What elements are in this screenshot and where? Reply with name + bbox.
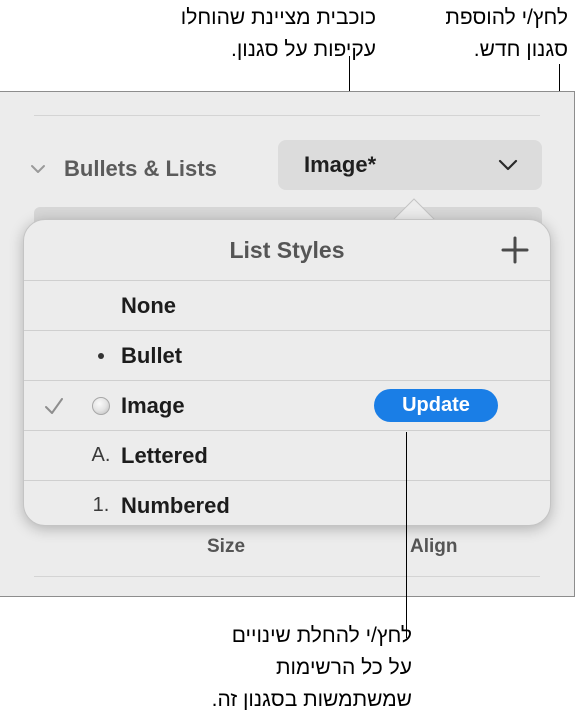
callout-override-star: כוכבית מציינת שהוחלו עקיפות על סגנון. [118,2,376,66]
align-label: Align [410,536,458,557]
callout-update-button: לחץ/י להחלת שינויים על כל הרשימות שמשתמש… [150,620,412,716]
list-item-label: Lettered [121,442,208,468]
callout-add-style: לחץ/י להוספת סגנון חדש. [400,2,568,66]
list-style-value: Image* [304,152,377,177]
callout-line: עקיפות על סגנון. [230,38,376,61]
size-label: Size [207,536,246,557]
popover-title: List Styles [229,236,345,263]
list-item-lettered[interactable]: A. Lettered [24,430,550,480]
list-item-none[interactable]: None [24,280,550,330]
list-item-label: Image [121,392,185,418]
callout-line: כוכבית מציינת שהוחלו [180,6,376,29]
callout-line: סגנון חדש. [473,38,568,61]
list-styles-popover: List Styles None Bullet Image Update A. … [23,219,551,526]
add-style-icon[interactable] [498,233,532,267]
list-item-numbered[interactable]: 1. Numbered [24,480,550,530]
callout-line: לחץ/י להחלת שינויים [231,624,412,647]
leader-line [406,432,407,638]
list-item-bullet[interactable]: Bullet [24,330,550,380]
callout-line: שמשתמשות בסגנון זה. [211,688,412,711]
checkmark-icon [45,397,63,414]
chevron-down-icon[interactable] [30,161,46,177]
chevron-down-icon [498,159,518,171]
section-title: Bullets & Lists [64,156,217,181]
divider [34,115,540,116]
list-item-image[interactable]: Image Update [24,380,550,430]
list-styles: None Bullet Image Update A. Lettered 1. … [24,280,550,530]
number-marker: 1. [92,494,110,516]
popover-arrow [392,198,436,221]
list-item-label: None [121,292,176,318]
list-item-label: Numbered [121,492,230,518]
callout-line: על כל הרשימות [275,656,412,679]
bullets-lists-header[interactable]: Bullets & Lists [30,149,217,189]
bullet-icon [84,352,118,359]
letter-marker: A. [91,444,111,466]
update-button[interactable]: Update [374,389,498,422]
callout-line: לחץ/י להוספת [445,6,568,29]
image-bullet-icon [84,396,118,415]
list-style-popup[interactable]: Image* [278,140,542,190]
divider [34,576,540,577]
list-item-label: Bullet [121,342,183,368]
